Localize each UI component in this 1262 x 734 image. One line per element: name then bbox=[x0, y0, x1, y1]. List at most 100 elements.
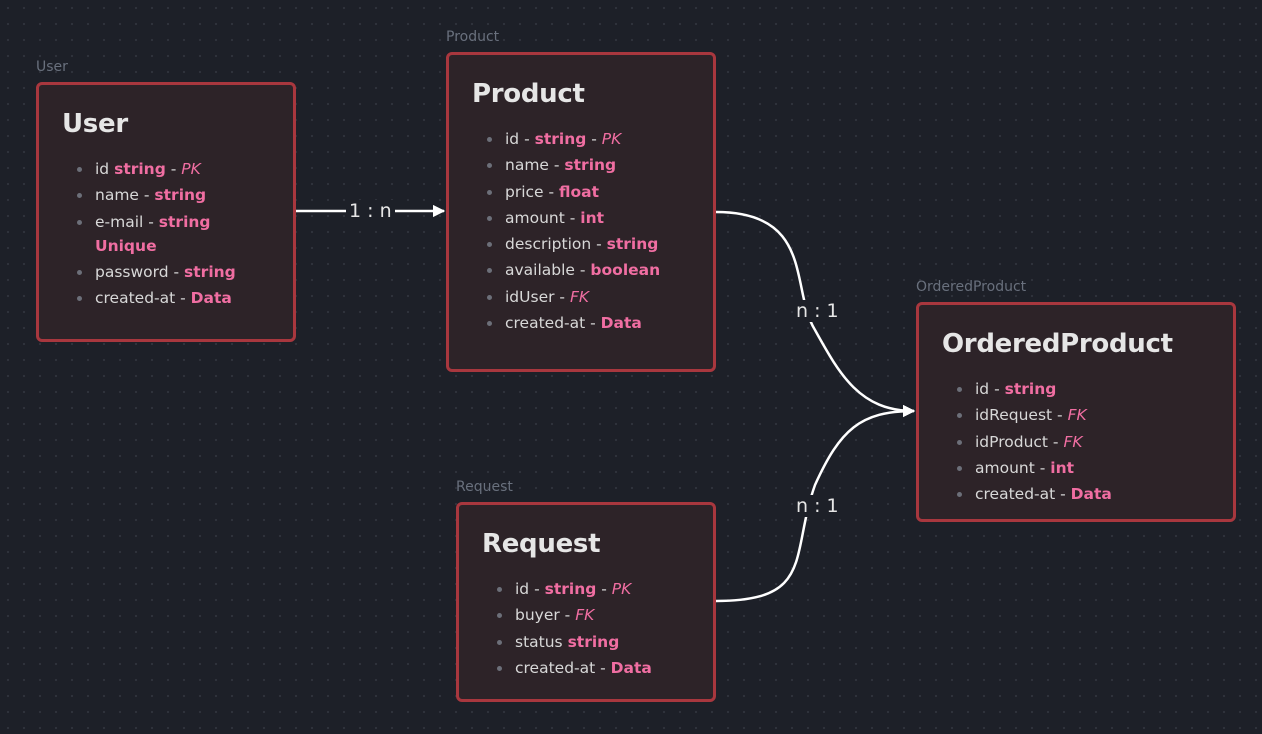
field-row: description - string bbox=[483, 232, 660, 256]
entity-title: Product bbox=[472, 79, 585, 109]
field-type: string bbox=[1004, 380, 1057, 398]
field-separator: - bbox=[574, 261, 591, 280]
field-separator: - bbox=[554, 287, 570, 306]
field-type: Data bbox=[1070, 485, 1112, 504]
bullet-icon bbox=[77, 269, 82, 275]
field-name: created-at bbox=[505, 314, 586, 333]
bullet-icon bbox=[487, 137, 492, 142]
field-key: FK bbox=[569, 287, 590, 306]
bullet-icon bbox=[497, 587, 502, 592]
bullet-icon bbox=[957, 413, 962, 419]
field-separator: - bbox=[1048, 432, 1064, 451]
field-type: float bbox=[559, 182, 600, 201]
field-list: id - string - PK buyer - FK status string c… bbox=[493, 577, 652, 682]
field-row: idProduct - FK bbox=[953, 430, 1112, 454]
field-name: price bbox=[505, 182, 544, 201]
entity-ordered-product[interactable]: OrderedProduct id - string idRequest - FK… bbox=[916, 302, 1236, 522]
field-name: e-mail bbox=[95, 212, 144, 231]
field-name: created-at bbox=[95, 289, 176, 308]
bullet-icon bbox=[487, 242, 492, 248]
field-separator: - bbox=[595, 658, 611, 677]
field-row: idUser - FK bbox=[483, 285, 660, 309]
entity-request[interactable]: Request id - string - PK buyer - FK status… bbox=[456, 502, 716, 702]
field-row: e-mail - string Unique bbox=[73, 210, 236, 258]
field-separator: - bbox=[143, 212, 159, 231]
field-key: FK bbox=[575, 606, 595, 625]
frame-label-product: Product bbox=[446, 29, 500, 45]
field-separator: - bbox=[543, 182, 560, 201]
field-name: idUser bbox=[505, 287, 555, 306]
field-name: created-at bbox=[975, 485, 1056, 504]
field-constraint: Unique bbox=[95, 236, 157, 255]
field-key: PK bbox=[601, 130, 622, 148]
field-row: amount - int bbox=[953, 456, 1112, 480]
field-type: string bbox=[544, 580, 597, 598]
bullet-icon bbox=[487, 294, 492, 300]
field-separator: - bbox=[596, 580, 612, 598]
bullet-icon bbox=[497, 665, 502, 671]
bullet-icon bbox=[77, 193, 82, 199]
field-name: name bbox=[95, 186, 139, 205]
field-name: id bbox=[505, 130, 520, 148]
field-name: amount bbox=[505, 208, 565, 227]
bullet-icon bbox=[497, 639, 502, 645]
field-row: name - string bbox=[483, 153, 660, 177]
field-name: idRequest bbox=[975, 406, 1053, 425]
field-name: id bbox=[515, 580, 530, 598]
field-separator: - bbox=[564, 208, 581, 227]
field-type: Data bbox=[190, 289, 232, 308]
field-key: FK bbox=[1067, 406, 1087, 425]
bullet-icon bbox=[77, 296, 82, 302]
field-separator: - bbox=[165, 160, 182, 178]
field-key: PK bbox=[181, 160, 201, 178]
edge-label-request-orderedproduct: n : 1 bbox=[793, 495, 842, 517]
field-type: string bbox=[158, 212, 211, 231]
field-row: created-at - Data bbox=[953, 482, 1112, 506]
field-separator: - bbox=[585, 314, 601, 333]
field-row: created-at - Data bbox=[483, 311, 660, 335]
field-row: buyer - FK bbox=[493, 603, 652, 627]
bullet-icon bbox=[957, 465, 962, 471]
field-name: idProduct bbox=[975, 432, 1048, 451]
bullet-icon bbox=[957, 439, 962, 445]
field-name: amount bbox=[975, 458, 1035, 477]
bullet-icon bbox=[487, 163, 492, 169]
edge-label-product-orderedproduct: n : 1 bbox=[793, 300, 842, 322]
field-name: created-at bbox=[515, 658, 596, 677]
field-separator: - bbox=[138, 186, 155, 205]
field-type: string bbox=[567, 632, 620, 651]
bullet-icon bbox=[487, 321, 492, 327]
field-name: password bbox=[95, 262, 169, 281]
field-separator: - bbox=[175, 289, 191, 308]
entity-product[interactable]: Product id - string - PK name - string pri… bbox=[446, 52, 716, 372]
field-key: FK bbox=[1063, 432, 1083, 451]
field-separator: - bbox=[529, 580, 545, 598]
bullet-icon bbox=[487, 268, 492, 274]
field-row: id - string - PK bbox=[493, 577, 652, 601]
entity-title: OrderedProduct bbox=[942, 329, 1173, 359]
field-type: string bbox=[154, 186, 207, 205]
frame-label-user: User bbox=[36, 59, 68, 75]
field-name: id bbox=[95, 160, 110, 178]
field-separator: - bbox=[1052, 406, 1068, 425]
field-row: amount - int bbox=[483, 206, 660, 230]
field-type: boolean bbox=[590, 261, 661, 280]
field-separator: - bbox=[989, 380, 1005, 398]
field-type: Data bbox=[610, 658, 652, 677]
field-name: description bbox=[505, 235, 592, 254]
field-row: id string - PK bbox=[73, 157, 236, 181]
frame-label-ordered-product: OrderedProduct bbox=[916, 279, 1027, 295]
field-type: string bbox=[114, 160, 166, 178]
field-row: created-at - Data bbox=[493, 656, 652, 680]
field-type: int bbox=[580, 208, 605, 227]
field-separator: - bbox=[519, 130, 535, 148]
field-name: id bbox=[975, 380, 990, 398]
field-type: string bbox=[606, 235, 659, 254]
bullet-icon bbox=[487, 215, 492, 221]
field-row: price - float bbox=[483, 180, 660, 204]
entity-user[interactable]: User id string - PK name - string e-mail -… bbox=[36, 82, 296, 342]
bullet-icon bbox=[957, 492, 962, 498]
field-separator: - bbox=[586, 130, 602, 148]
field-row: id - string bbox=[953, 377, 1112, 401]
entity-title: Request bbox=[482, 529, 601, 559]
